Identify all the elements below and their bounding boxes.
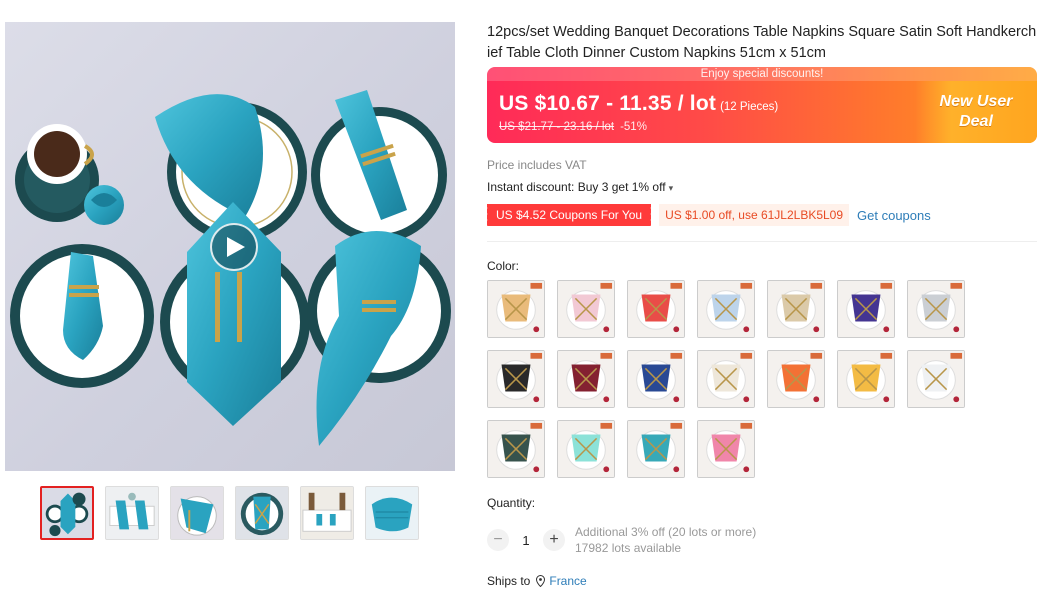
thumbnail-image <box>106 487 158 539</box>
price-pieces: (12 Pieces) <box>720 101 779 113</box>
napkin-swatch-image <box>768 351 824 407</box>
main-product-image[interactable] <box>5 22 455 471</box>
stock-available-text: 17982 lots available <box>575 541 682 555</box>
thumbnail-dining-room[interactable] <box>300 486 354 540</box>
napkin-swatch-image <box>838 351 894 407</box>
deal-line-2: Deal <box>959 113 993 130</box>
discount-percent: -51% <box>620 121 647 133</box>
color-swatch-silver-gray[interactable] <box>907 280 965 338</box>
price-banner: Enjoy special discounts! US $10.67 - 11.… <box>487 67 1037 143</box>
quantity-label: Quantity: <box>487 496 536 510</box>
color-swatch-white[interactable] <box>907 350 965 408</box>
thumbnail-image <box>171 487 223 539</box>
code-coupon-button[interactable]: US $1.00 off, use 61JL2LBK5L09 <box>659 204 850 226</box>
thumbnail-image <box>366 487 418 539</box>
thumbnail-plate-fold[interactable] <box>170 486 224 540</box>
divider <box>487 241 1037 242</box>
thumbnail-table-runner[interactable] <box>105 486 159 540</box>
special-discounts-text: Enjoy special discounts! <box>487 67 1037 81</box>
original-price: US $21.77 - 23.16 / lot -51% <box>499 121 647 133</box>
color-swatch-yellow-gold[interactable] <box>837 350 895 408</box>
color-swatch-rose-pink[interactable] <box>697 420 755 478</box>
vat-note: Price includes VAT <box>487 158 587 172</box>
color-swatch-orange[interactable] <box>767 350 825 408</box>
napkin-swatch-image <box>558 421 614 477</box>
chevron-down-icon: ▾ <box>668 183 674 193</box>
color-swatch-mint[interactable] <box>557 420 615 478</box>
instant-discount-text: Instant discount: Buy 3 get 1% off <box>487 180 666 194</box>
get-coupons-link[interactable]: Get coupons <box>857 208 931 223</box>
play-video-button[interactable] <box>210 223 258 271</box>
quantity-increase-button[interactable]: + <box>543 529 565 551</box>
color-swatch-dark-green[interactable] <box>487 420 545 478</box>
thumbnail-plate-setting[interactable] <box>235 486 289 540</box>
price-range: US $10.67 - 11.35 / lot (12 Pieces) <box>499 92 778 116</box>
thumbnail-image <box>236 487 288 539</box>
color-swatch-pink[interactable] <box>557 280 615 338</box>
color-swatch-champagne-gold[interactable] <box>487 280 545 338</box>
thumbnail-strip <box>40 486 419 540</box>
color-swatch-light-blue[interactable] <box>697 280 755 338</box>
ship-country-link[interactable]: France <box>549 574 586 588</box>
thumbnail-image <box>301 487 353 539</box>
additional-discount-text: Additional 3% off (20 lots or more) <box>575 525 757 539</box>
napkin-swatch-image <box>628 351 684 407</box>
store-coupon-button[interactable]: US $4.52 Coupons For You <box>484 204 652 226</box>
price-value: US $10.67 - 11.35 / lot <box>499 92 717 115</box>
color-swatch-purple[interactable] <box>837 280 895 338</box>
ships-to-label: Ships to <box>487 574 531 588</box>
thumbnail-folded-stack[interactable] <box>365 486 419 540</box>
thumbnail-place-settings[interactable] <box>40 486 94 540</box>
play-icon <box>227 237 245 257</box>
napkin-swatch-image <box>698 351 754 407</box>
napkin-swatch-image <box>628 281 684 337</box>
location-pin-icon <box>536 575 546 587</box>
new-user-deal-badge: New User Deal <box>915 81 1037 143</box>
napkin-swatch-image <box>628 421 684 477</box>
napkin-swatch-image <box>698 281 754 337</box>
color-swatch-black[interactable] <box>487 350 545 408</box>
quantity-input[interactable]: 1 <box>509 533 543 548</box>
instant-discount[interactable]: Instant discount: Buy 3 get 1% off ▾ <box>487 180 673 194</box>
quantity-decrease-button[interactable]: − <box>487 529 509 551</box>
napkin-swatch-image <box>698 421 754 477</box>
napkin-swatch-image <box>768 281 824 337</box>
color-swatch-champagne[interactable] <box>767 280 825 338</box>
color-swatch-ivory[interactable] <box>697 350 755 408</box>
coupon-row: US $4.52 Coupons For You US $1.00 off, u… <box>484 204 931 226</box>
thumbnail-image <box>42 488 92 538</box>
napkin-swatch-image <box>488 281 544 337</box>
color-swatch-navy-blue[interactable] <box>627 350 685 408</box>
original-price-value: US $21.77 - 23.16 / lot <box>499 121 615 133</box>
napkin-swatch-image <box>908 281 964 337</box>
product-title: 12pcs/set Wedding Banquet Decorations Ta… <box>487 24 1037 61</box>
napkin-swatch-image <box>908 351 964 407</box>
deal-line-1: New User <box>939 93 1013 110</box>
napkin-swatch-image <box>558 281 614 337</box>
quantity-info: Additional 3% off (20 lots or more) 1798… <box>575 524 756 556</box>
shipping-row: Ships to France <box>487 574 587 588</box>
quantity-stepper: − 1 + Additional 3% off (20 lots or more… <box>487 524 756 556</box>
color-swatch-red[interactable] <box>627 280 685 338</box>
color-swatch-teal[interactable] <box>627 420 685 478</box>
color-label: Color: <box>487 259 520 273</box>
napkin-swatch-image <box>558 351 614 407</box>
napkin-swatch-image <box>488 351 544 407</box>
napkin-swatch-image <box>838 281 894 337</box>
color-swatch-burgundy[interactable] <box>557 350 615 408</box>
napkin-swatch-image <box>488 421 544 477</box>
